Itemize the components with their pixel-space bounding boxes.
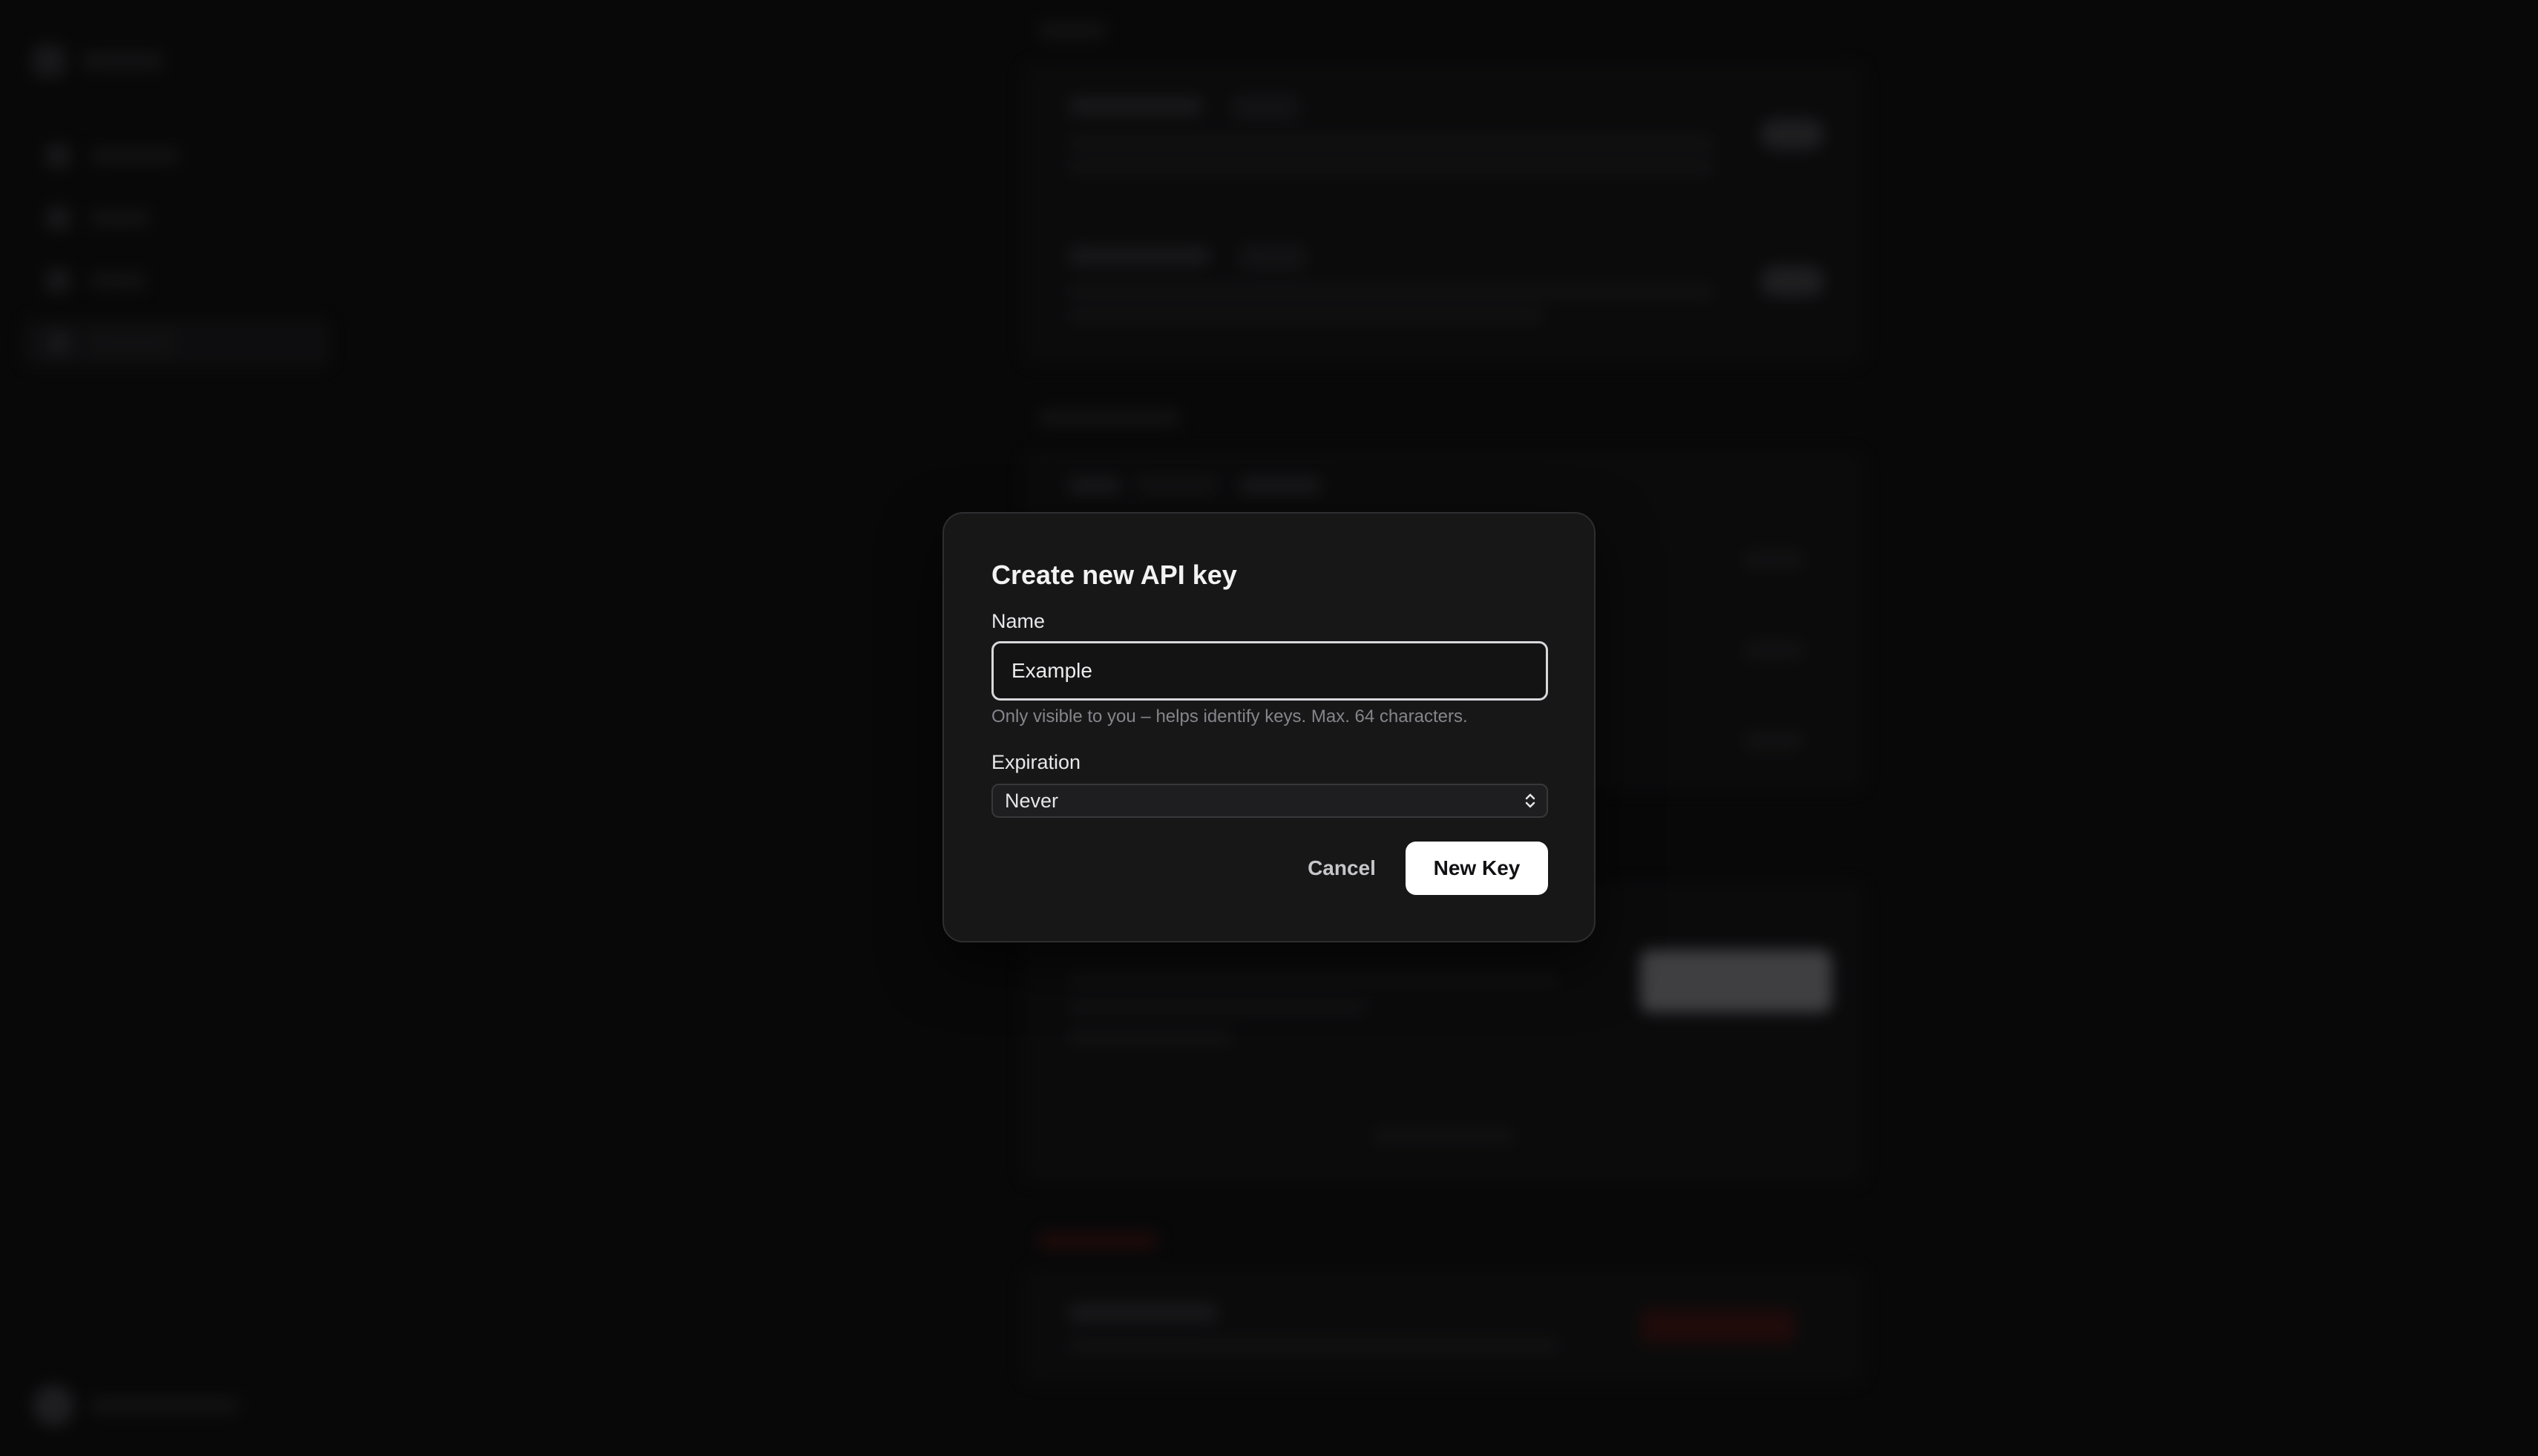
- name-input[interactable]: [991, 641, 1548, 701]
- expiration-value: Never: [1005, 789, 1059, 812]
- expiration-label: Expiration: [991, 751, 1081, 773]
- expiration-select[interactable]: Never: [991, 784, 1548, 818]
- create-api-key-dialog: Create new API key Name Only visible to …: [942, 512, 1596, 942]
- cancel-button[interactable]: Cancel: [1282, 842, 1401, 895]
- app-page: Create new API key Name Only visible to …: [0, 0, 2538, 1456]
- name-hint: Only visible to you – helps identify key…: [991, 706, 1468, 727]
- dialog-title: Create new API key: [991, 560, 1237, 590]
- new-key-button[interactable]: New Key: [1406, 842, 1548, 895]
- name-label: Name: [991, 610, 1046, 632]
- chevron-up-down-icon: [1525, 793, 1535, 808]
